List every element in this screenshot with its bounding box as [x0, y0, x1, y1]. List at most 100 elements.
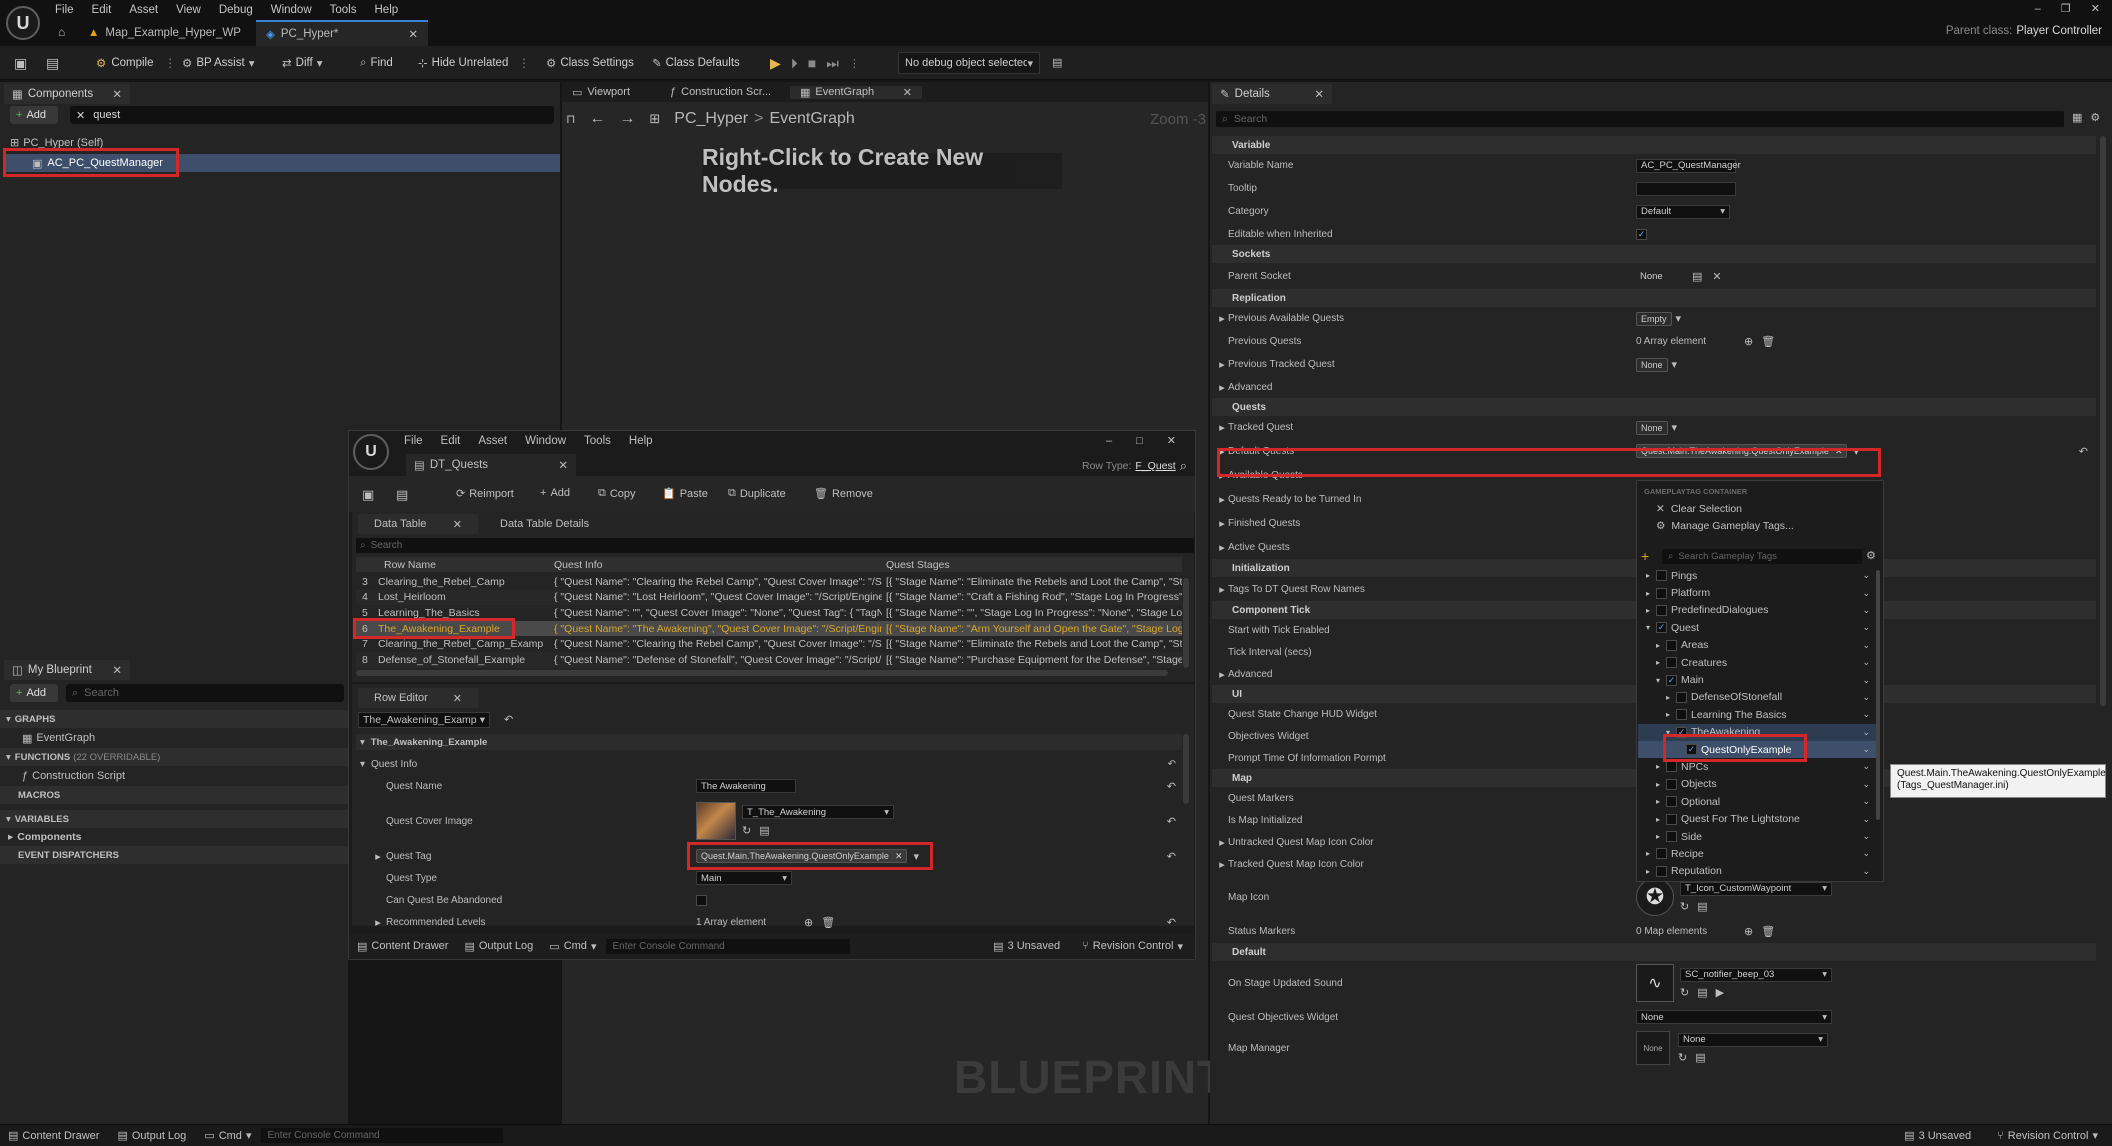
chevron-down-icon[interactable]: ⌄ [1862, 866, 1870, 877]
section-variable[interactable]: Variable [1212, 136, 2096, 154]
tab-components[interactable]: ▦ Components ✕ [4, 84, 130, 104]
bp-assist-button[interactable]: ⚙ BP Assist ▾ [182, 52, 254, 74]
col-row-name[interactable]: Row Name [356, 559, 550, 571]
tag-checkbox[interactable] [1666, 761, 1677, 773]
close-tab-icon[interactable]: ✕ [112, 663, 122, 677]
expand-arrow-icon[interactable]: ▾ [1654, 676, 1662, 685]
output-log-button[interactable]: ▤ Output Log [117, 1129, 186, 1143]
browse-icon[interactable]: ▤ [1692, 270, 1702, 283]
section-event-dispatchers[interactable]: EVENT DISPATCHERS [0, 846, 348, 864]
reset-icon[interactable]: ↶ [1167, 815, 1176, 828]
quest-name-field[interactable]: The Awakening [696, 779, 796, 793]
tag-scrollbar[interactable] [1876, 570, 1880, 820]
details-search-input[interactable]: ⌕ Search [1216, 111, 2064, 127]
expand-arrow-icon[interactable]: ▸ [1664, 693, 1672, 702]
tag-checkbox[interactable] [1666, 778, 1677, 790]
section-sockets[interactable]: Sockets [1212, 245, 2096, 263]
trash-icon[interactable]: 🗑 [1761, 925, 1775, 938]
map-manager-thumbnail[interactable]: None [1636, 1031, 1670, 1065]
section-variables[interactable]: ▾ VARIABLES [0, 810, 348, 828]
dt-scrollbar[interactable] [1183, 578, 1189, 668]
minimize-icon[interactable]: – [1106, 435, 1112, 447]
table-row[interactable]: 4 Lost_Heirloom { "Quest Name": "Lost Heir… [356, 589, 1182, 606]
unreal-logo-icon[interactable]: U [353, 434, 389, 470]
tag-item[interactable]: ▸ Platform ⌄ [1638, 584, 1876, 601]
tag-item[interactable]: ▾ ✓ Main ⌄ [1638, 671, 1876, 688]
expand-arrow-icon[interactable]: ▸ [1664, 710, 1672, 719]
tag-item[interactable]: ▸ Quest For The Lightstone ⌄ [1638, 810, 1876, 827]
search-icon[interactable]: ⌕ [1180, 458, 1187, 474]
tag-item[interactable]: ▸ Pings ⌄ [1638, 567, 1876, 584]
reset-icon[interactable]: ↶ [2079, 445, 2088, 458]
tag-item[interactable]: ▸ Reputation ⌄ [1638, 863, 1876, 880]
clear-selection-button[interactable]: ✕ Clear Selection [1656, 503, 1742, 515]
item-construction-script[interactable]: ƒ Construction Script [0, 766, 348, 786]
add-component-button[interactable]: + Add [10, 106, 58, 124]
table-row[interactable]: 3 Clearing_the_Rebel_Camp { "Quest Name": … [356, 574, 1182, 590]
map-icon-select[interactable]: T_Icon_CustomWaypoint ▾ [1680, 881, 1832, 896]
revision-control-button[interactable]: ⑂ Revision Control ▾ [1997, 1129, 2098, 1143]
add-element-icon[interactable]: ⊕ [1744, 925, 1753, 938]
trash-icon[interactable]: 🗑 [1761, 335, 1775, 348]
quest-type-select[interactable]: Main ▾ [696, 871, 792, 885]
row-select[interactable]: The_Awakening_Examp ▾ [358, 712, 490, 728]
chevron-down-icon[interactable]: ⌄ [1862, 727, 1870, 738]
quest-tag-pill[interactable]: Quest.Main.TheAwakening.QuestOnlyExample… [696, 849, 908, 863]
tag-checkbox[interactable] [1656, 587, 1667, 599]
chevron-down-icon[interactable]: ⌄ [1862, 709, 1870, 720]
menu-asset[interactable]: Asset [129, 4, 158, 16]
chevron-down-icon[interactable]: ⌄ [1862, 588, 1870, 599]
components-search-input[interactable]: ✕ quest [70, 106, 554, 124]
cmd-button[interactable]: ▭ Cmd ▾ [549, 940, 596, 953]
menu-view[interactable]: View [176, 4, 201, 16]
dt-menu-file[interactable]: File [404, 435, 423, 447]
tag-item[interactable]: ▸ Optional ⌄ [1638, 793, 1876, 810]
maximize-icon[interactable]: □ [1136, 435, 1143, 447]
menu-debug[interactable]: Debug [219, 4, 253, 16]
tag-item[interactable]: ▾ ✓ Quest ⌄ [1638, 619, 1876, 636]
browse-icon[interactable]: ▤ [46, 55, 59, 72]
reset-icon[interactable]: ↶ [1167, 780, 1176, 793]
tag-item[interactable]: ▸ PredefinedDialogues ⌄ [1638, 602, 1876, 619]
category-select[interactable]: Default ▾ [1636, 204, 1730, 219]
add-member-button[interactable]: + Add [10, 684, 58, 702]
console-input[interactable]: Enter Console Command [261, 1128, 504, 1143]
cover-asset-select[interactable]: T_The_Awakening ▾ [742, 805, 894, 819]
unsaved-button[interactable]: ▤ 3 Unsaved [993, 940, 1060, 953]
reset-icon[interactable]: ↶ [1167, 850, 1176, 863]
tag-item[interactable]: ▸ Objects ⌄ [1638, 776, 1876, 793]
section-replication[interactable]: Replication [1212, 289, 2096, 307]
tab-details[interactable]: ✎ Details ✕ [1212, 84, 1332, 104]
quest-info-group[interactable]: ▾ Quest Info ↶ [356, 756, 1182, 772]
tag-item[interactable]: ▸ Side ⌄ [1638, 828, 1876, 845]
debug-object-select[interactable]: No debug object selected ▾ [898, 52, 1040, 74]
hide-unrelated-button[interactable]: ⊹ Hide Unrelated ⋮ [418, 52, 530, 74]
sound-thumbnail[interactable]: ∿ [1636, 964, 1674, 1002]
tag-item[interactable]: ▾ ✓ TheAwakening ⌄ [1638, 723, 1876, 741]
manage-tags-button[interactable]: ⚙ Manage Gameplay Tags... [1656, 520, 1794, 532]
tag-checkbox[interactable] [1656, 848, 1667, 860]
expand-arrow-icon[interactable]: ▸ [1644, 589, 1652, 598]
chevron-down-icon[interactable]: ⌄ [1862, 796, 1870, 807]
expand-arrow-icon[interactable]: ▸ [1654, 762, 1662, 771]
dt-menu-tools[interactable]: Tools [584, 435, 611, 447]
struct-header[interactable]: ▾ The_Awakening_Example [356, 734, 1182, 750]
waypoint-thumbnail[interactable]: ✪ [1636, 878, 1674, 916]
copy-button[interactable]: ⧉ Copy [598, 487, 636, 500]
expand-arrow-icon[interactable]: ▸ [1654, 832, 1662, 841]
tab-pc-hyper[interactable]: ◈ PC_Hyper* ✕ [256, 20, 428, 46]
expand-arrow-icon[interactable]: ▾ [1664, 728, 1672, 737]
tag-checkbox[interactable] [1666, 831, 1677, 843]
expand-arrow-icon[interactable]: ▾ [1644, 623, 1652, 632]
close-window-icon[interactable]: ✕ [1167, 434, 1176, 447]
revision-control-button[interactable]: ⑂ Revision Control ▾ [1082, 940, 1183, 953]
my-blueprint-search-input[interactable]: ⌕ Search [66, 684, 344, 702]
browse-icon[interactable]: ▤ [759, 824, 769, 837]
settings-icon[interactable]: ⚙ [2090, 111, 2100, 124]
reset-icon[interactable]: ↶ [1167, 916, 1176, 929]
dt-h-scrollbar[interactable] [356, 670, 1168, 676]
section-quests[interactable]: Quests [1212, 398, 2096, 416]
expand-arrow-icon[interactable]: ▸ [1654, 658, 1662, 667]
play-icon[interactable]: ▶ [770, 55, 781, 72]
expand-arrow-icon[interactable]: ▸ [1654, 815, 1662, 824]
